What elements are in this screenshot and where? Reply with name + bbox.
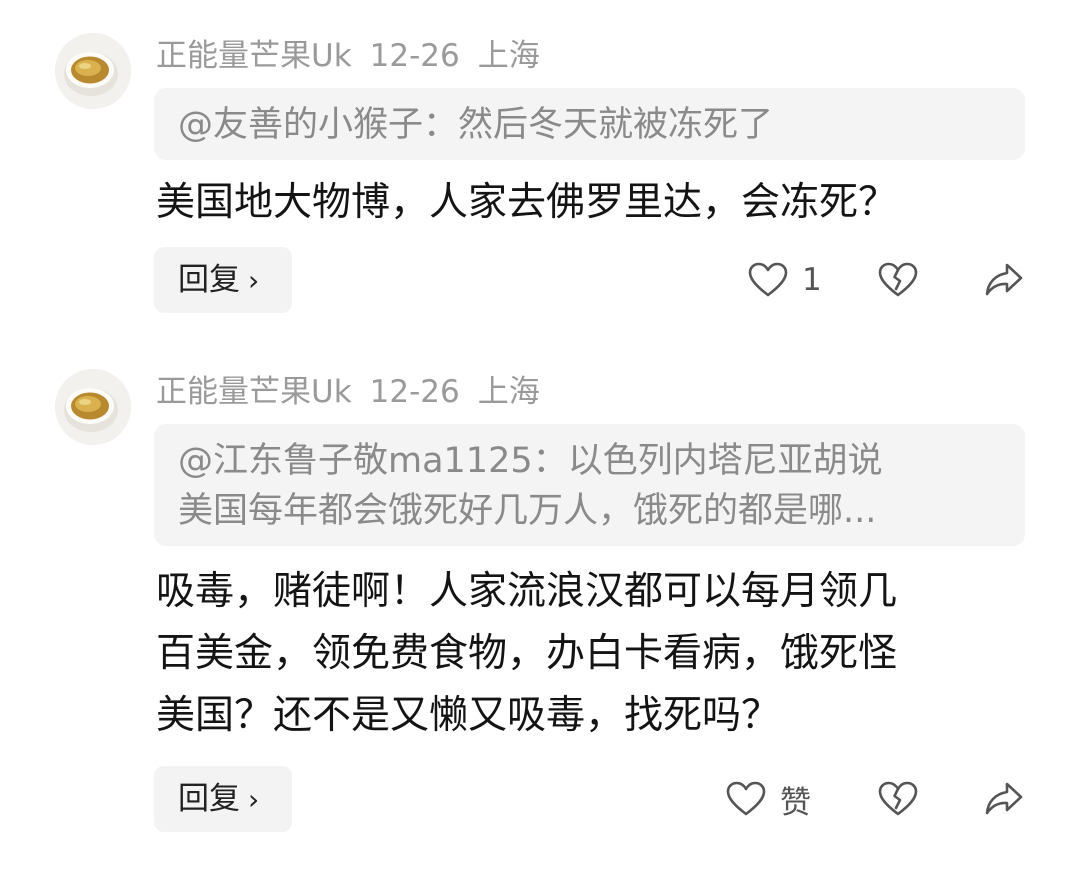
like-count: 1 xyxy=(802,262,822,298)
comment-date: 12-26 xyxy=(369,374,460,410)
quoted-comment[interactable]: @友善的小猴子：然后冬天就被冻死了 xyxy=(154,88,1025,160)
comment-meta: 正能量芒果Uk 12-26 上海 xyxy=(156,36,558,76)
like-button[interactable]: 赞 xyxy=(726,779,811,821)
comment-location: 上海 xyxy=(477,374,540,410)
comment-meta: 正能量芒果Uk 12-26 上海 xyxy=(156,372,558,412)
share-button[interactable] xyxy=(984,779,1024,819)
share-arrow-icon xyxy=(984,262,1024,298)
broken-heart-icon xyxy=(878,262,918,298)
comment-text: 美国地大物博，人家去佛罗里达，会冻死？ xyxy=(156,172,1016,234)
comment-text-line: 吸毒，赌徒啊！人家流浪汉都可以每月领几 xyxy=(156,569,898,614)
reply-label: 回复 xyxy=(178,262,240,298)
quoted-comment[interactable]: @江东鲁子敬ma1125：以色列内塔尼亚胡说 美国每年都会饿死好几万人，饿死的都… xyxy=(154,424,1025,546)
dislike-button[interactable] xyxy=(878,260,918,300)
chevron-right-icon: › xyxy=(248,783,260,816)
comment-text: 吸毒，赌徒啊！人家流浪汉都可以每月领几 百美金，领免费食物，办白卡看病，饿死怪 … xyxy=(156,561,1016,747)
heart-outline-icon xyxy=(748,262,788,298)
comment-text-line: 百美金，领免费食物，办白卡看病，饿死怪 xyxy=(156,631,898,676)
comment-date: 12-26 xyxy=(369,38,460,74)
heart-outline-icon xyxy=(726,781,766,817)
share-arrow-icon xyxy=(984,781,1024,817)
comment-text-line: 美国？还不是又懒又吸毒，找死吗？ xyxy=(156,693,781,738)
share-button[interactable] xyxy=(984,260,1024,300)
quote-line: 美国每年都会饿死好几万人，饿死的都是哪... xyxy=(178,491,877,531)
broken-heart-icon xyxy=(878,781,918,817)
avatar[interactable] xyxy=(55,369,131,445)
author-name[interactable]: 正能量芒果Uk xyxy=(156,374,352,410)
reply-button[interactable]: 回复 › xyxy=(154,247,292,313)
like-button[interactable]: 1 xyxy=(748,260,822,300)
like-label: 赞 xyxy=(780,784,811,821)
author-name[interactable]: 正能量芒果Uk xyxy=(156,38,352,74)
reply-label: 回复 xyxy=(178,781,240,817)
quote-line: @友善的小猴子：然后冬天就被冻死了 xyxy=(178,105,774,145)
reply-button[interactable]: 回复 › xyxy=(154,766,292,832)
comment-location: 上海 xyxy=(477,38,540,74)
chevron-right-icon: › xyxy=(248,264,260,297)
dislike-button[interactable] xyxy=(878,779,918,819)
avatar[interactable] xyxy=(55,33,131,109)
quote-line: @江东鲁子敬ma1125：以色列内塔尼亚胡说 xyxy=(178,441,883,481)
comment-text-line: 美国地大物博，人家去佛罗里达，会冻死？ xyxy=(156,180,898,225)
